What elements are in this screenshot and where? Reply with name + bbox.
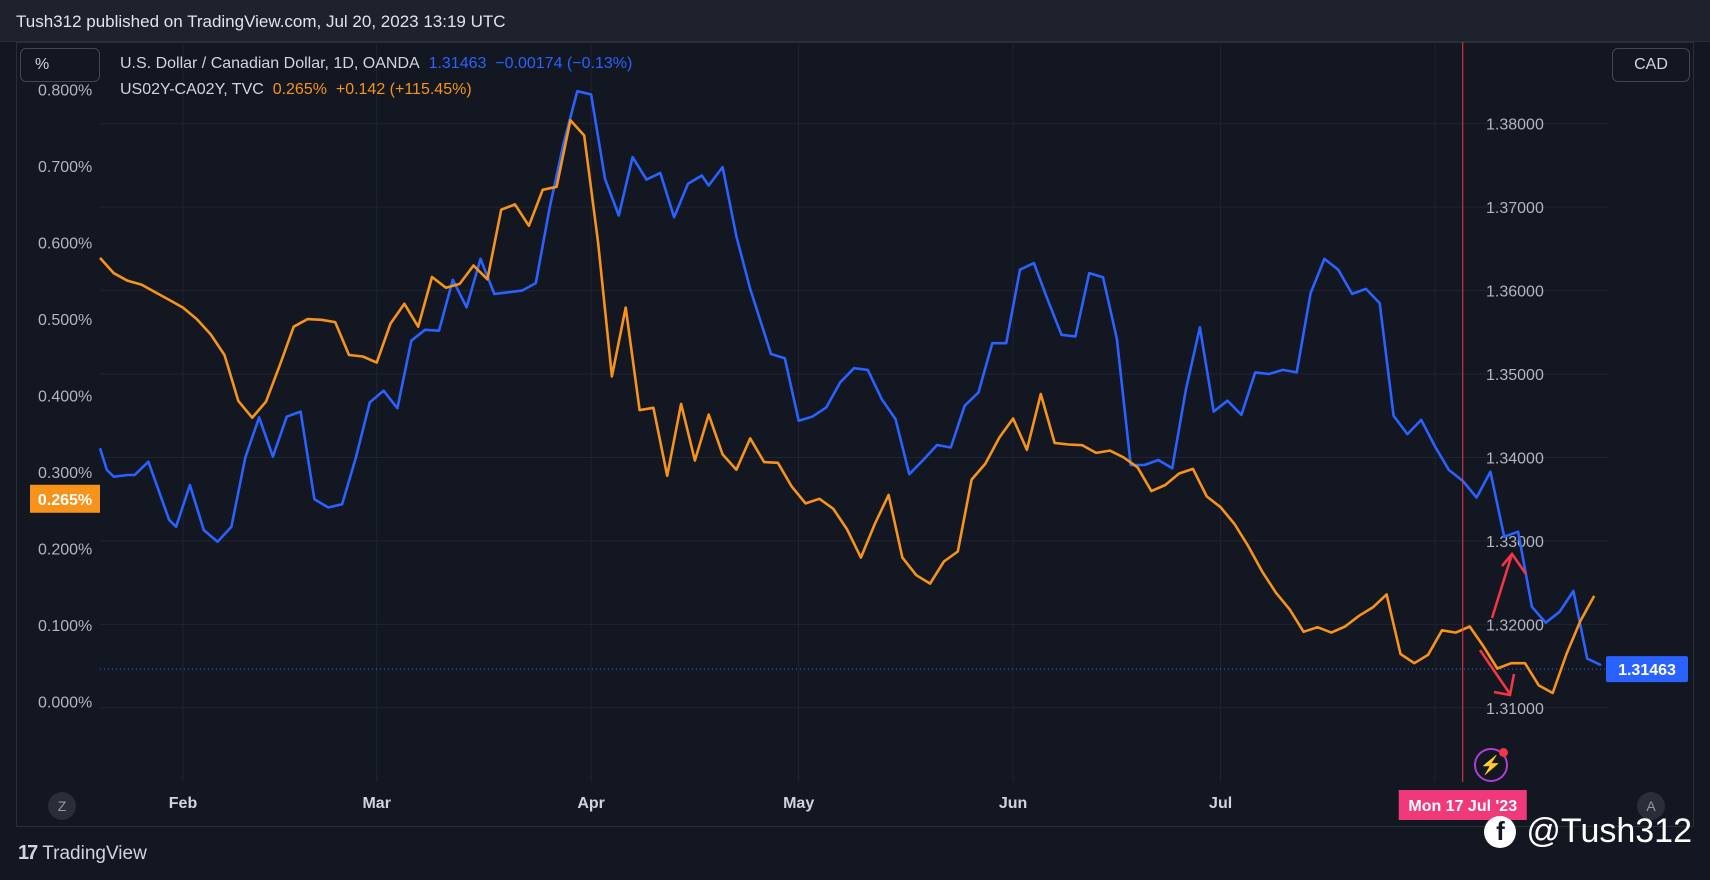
right-axis-tick-label: 1.34000 <box>1486 450 1544 467</box>
left-axis-tick-label: 0.600% <box>38 236 92 253</box>
publish-info: Tush312 published on TradingView.com, Ju… <box>16 12 506 31</box>
x-axis-ticks: FebMarAprMayJunJulAug <box>169 795 1451 812</box>
legend-series-2-name: US02Y-CA02Y, TVC <box>120 81 264 98</box>
right-axis-tick-label: 1.31000 <box>1486 701 1544 718</box>
x-axis-tick-label: Feb <box>169 795 198 812</box>
right-axis-tick-label: 1.36000 <box>1486 284 1544 301</box>
left-axis-tick-label: 0.400% <box>38 389 92 406</box>
legend-series-1-change: −0.00174 (−0.13%) <box>495 55 633 72</box>
series-layer <box>98 89 1602 695</box>
left-last-value-label: 0.265% <box>38 492 92 509</box>
x-axis-tick-label: Jun <box>999 795 1027 812</box>
right-axis-tick-label: 1.33000 <box>1486 534 1544 551</box>
legend-series-1-value: 1.31463 <box>428 55 487 72</box>
facebook-icon: f <box>1484 815 1517 848</box>
arrow-up-icon <box>1490 551 1528 619</box>
lightning-icon[interactable]: ⚡ <box>1474 748 1508 782</box>
left-axis-tick-label: 0.300% <box>38 465 92 482</box>
x-axis-tick-label: Jul <box>1209 795 1232 812</box>
right-axis-tick-label: 1.32000 <box>1486 617 1544 634</box>
left-axis-ticks: 0.800% 0.700% 0.600% 0.500% 0.400% 0.300% 0.20… <box>38 83 92 712</box>
legend-series-2-value: 0.265% <box>272 81 327 98</box>
x-axis-tick-label: Apr <box>577 795 605 812</box>
right-axis-tick-label: 1.35000 <box>1486 367 1544 384</box>
series-line-2 <box>99 118 1596 695</box>
social-handle-text: @Tush312 <box>1526 812 1692 850</box>
right-axis-ticks: 1.38000 1.37000 1.36000 1.35000 1.34000 1.330… <box>1486 117 1544 718</box>
legend-series-1[interactable]: U.S. Dollar / Canadian Dollar, 1D, OANDA… <box>120 55 632 73</box>
grid-lines <box>100 42 1608 782</box>
percent-scale-button[interactable]: % <box>20 48 100 82</box>
brand-name: TradingView <box>42 842 147 864</box>
left-axis-tick-label: 0.100% <box>38 618 92 635</box>
x-axis-tick-label: Mar <box>362 795 390 812</box>
arrow-down-shaft <box>1478 649 1512 695</box>
zoom-button[interactable]: Z <box>48 792 76 820</box>
currency-scale-button[interactable]: CAD <box>1612 48 1690 82</box>
chart-canvas[interactable]: 0.800% 0.700% 0.600% 0.500% 0.400% 0.300% 0.20… <box>16 42 1694 827</box>
arrow-down-icon <box>1478 649 1516 697</box>
arrow-up-shaft <box>1490 553 1514 619</box>
left-axis-tick-label: 0.700% <box>38 159 92 176</box>
legend-series-2[interactable]: US02Y-CA02Y, TVC 0.265% +0.142 (+115.45%… <box>120 81 472 99</box>
tradingview-logo-icon: 17 <box>18 842 38 864</box>
legend-series-2-change: +0.142 (+115.45%) <box>335 81 472 98</box>
right-axis-tick-label: 1.37000 <box>1486 200 1544 217</box>
left-axis-tick-label: 0.200% <box>38 541 92 558</box>
left-axis-tick-label: 0.800% <box>38 83 92 100</box>
right-axis-tick-label: 1.38000 <box>1486 117 1544 134</box>
annotation-marks: Mon 17 Jul '230.265%1.31463 <box>30 42 1688 820</box>
social-handle: f @Tush312 <box>1484 812 1692 851</box>
left-axis-tick-label: 0.500% <box>38 312 92 329</box>
notification-dot <box>1499 748 1508 757</box>
left-axis-tick-label: 0.000% <box>38 694 92 711</box>
brand-footer[interactable]: 17 TradingView <box>18 842 147 865</box>
legend-series-1-name: U.S. Dollar / Canadian Dollar, 1D, OANDA <box>120 55 420 72</box>
right-last-value-label: 1.31463 <box>1618 662 1676 679</box>
top-bar: Tush312 published on TradingView.com, Ju… <box>0 0 1710 42</box>
series-line-1 <box>98 89 1602 667</box>
x-axis-tick-label: May <box>783 795 814 812</box>
